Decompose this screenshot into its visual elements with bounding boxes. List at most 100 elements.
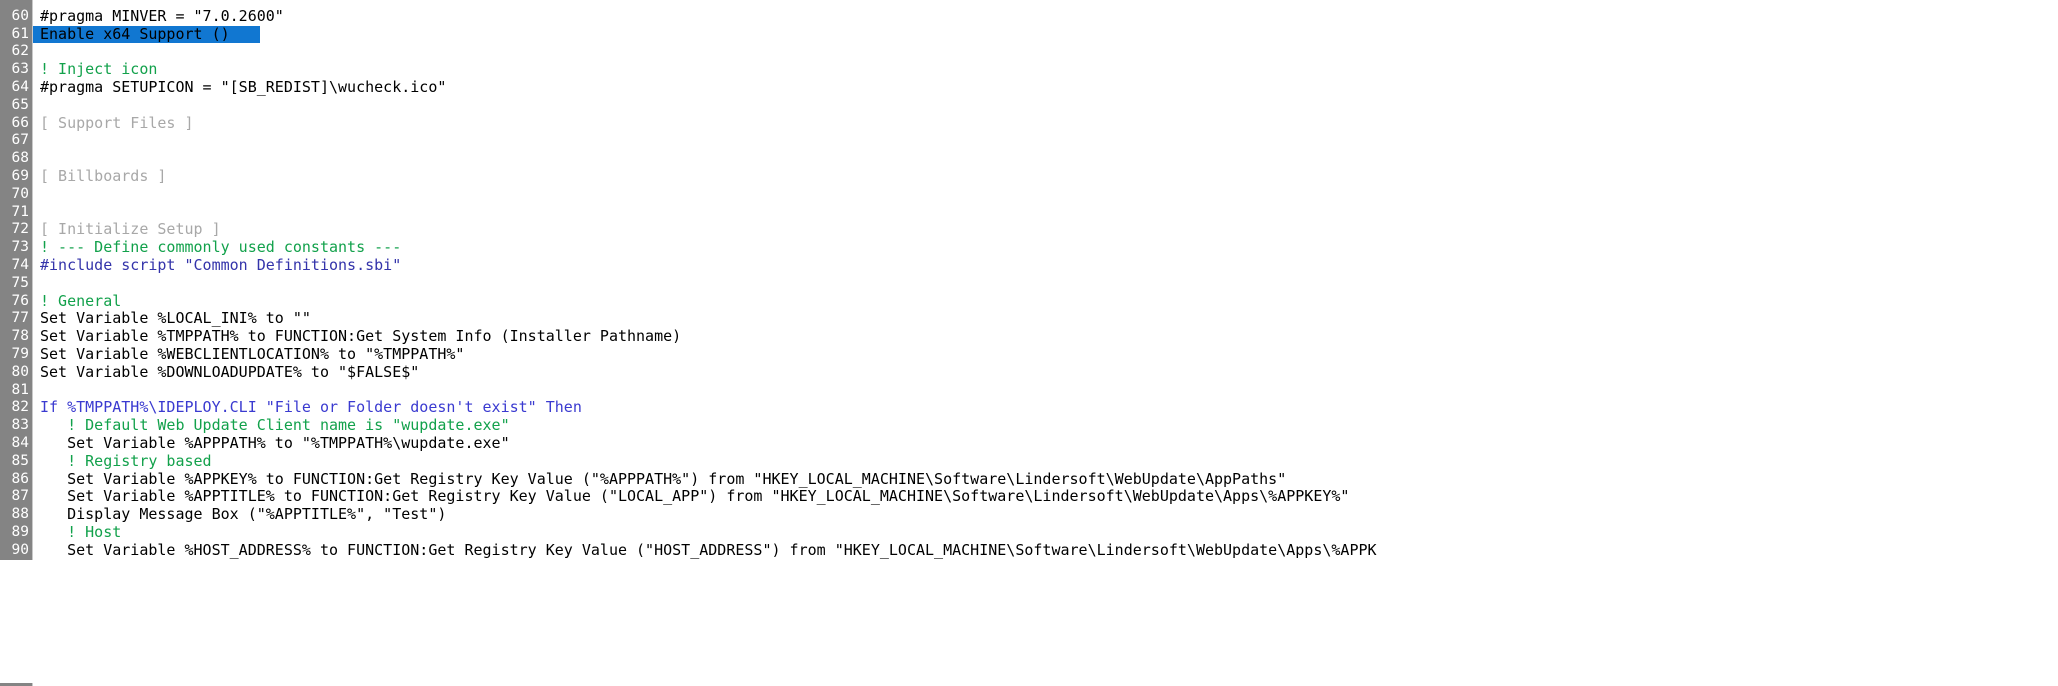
code-text[interactable]: #include script "Common Definitions.sbi" <box>40 256 402 275</box>
code-line[interactable]: 75 <box>0 274 2058 293</box>
code-line[interactable]: 87 Set Variable %APPTITLE% to FUNCTION:G… <box>0 487 2058 507</box>
code-text[interactable]: ! Inject icon <box>40 60 157 79</box>
line-number[interactable]: 88 <box>0 506 33 524</box>
line-number[interactable]: 64 <box>0 79 33 97</box>
code-text[interactable]: Set Variable %APPPATH% to "%TMPPATH%\wup… <box>40 434 510 453</box>
line-number[interactable]: 85 <box>0 452 33 471</box>
code-line[interactable]: 81 <box>0 381 2058 400</box>
line-number[interactable]: 83 <box>0 417 33 435</box>
code-text[interactable]: ! Host <box>40 523 122 542</box>
line-number[interactable]: 87 <box>0 488 33 507</box>
line-number[interactable]: 61 <box>0 25 33 44</box>
line-number[interactable]: 82 <box>0 399 33 418</box>
code-line[interactable]: 77 Set Variable %LOCAL_INI% to "" <box>0 309 2058 329</box>
code-line[interactable]: 66 [ Support Files ] <box>0 114 2058 133</box>
code-line-selected[interactable]: 61 Enable x64 Support () <box>0 25 2058 44</box>
line-number[interactable]: 62 <box>0 43 33 62</box>
code-line[interactable]: 71 <box>0 203 2058 222</box>
line-number[interactable]: 68 <box>0 150 33 168</box>
code-token-plain: #pragma SETUPICON = "[SB_REDIST]\wucheck… <box>40 78 447 96</box>
line-number[interactable]: 79 <box>0 346 33 364</box>
line-number[interactable]: 72 <box>0 221 33 240</box>
line-number[interactable]: 65 <box>0 96 33 115</box>
code-text[interactable]: Set Variable %HOST_ADDRESS% to FUNCTION:… <box>40 540 1377 560</box>
code-text[interactable]: [ Billboards ] <box>40 167 166 186</box>
code-line[interactable]: 82 If %TMPPATH%\IDEPLOY.CLI "File or Fold… <box>0 398 2058 418</box>
line-number[interactable]: 66 <box>0 114 33 133</box>
code-token-plain: Set Variable %APPKEY% to FUNCTION:Get Re… <box>40 469 1287 488</box>
code-line[interactable]: 74 #include script "Common Definitions.sb… <box>0 256 2058 275</box>
code-token-plain: Set Variable %WEBCLIENTLOCATION% to "%TM… <box>40 345 465 363</box>
code-line[interactable]: 86 Set Variable %APPKEY% to FUNCTION:Get… <box>0 469 2058 489</box>
code-line[interactable]: 88 Display Message Box ("%APPTITLE%", "T… <box>0 505 2058 524</box>
code-text[interactable]: [ Initialize Setup ] <box>40 220 221 239</box>
code-line[interactable]: 80 Set Variable %DOWNLOADUPDATE% to "$FAL… <box>0 362 2058 382</box>
code-text[interactable]: ! --- Define commonly used constants --- <box>40 238 402 257</box>
line-number[interactable]: 84 <box>0 435 33 453</box>
code-line[interactable]: 62 <box>0 43 2058 62</box>
code-text[interactable]: ! Registry based <box>40 451 212 471</box>
code-text[interactable]: Set Variable %APPTITLE% to FUNCTION:Get … <box>40 487 1349 506</box>
code-line[interactable]: 78 Set Variable %TMPPATH% to FUNCTION:Get… <box>0 327 2058 346</box>
line-number[interactable]: 63 <box>0 61 33 79</box>
code-text[interactable]: ! General <box>40 292 121 311</box>
line-number[interactable]: 75 <box>0 274 33 293</box>
line-number[interactable]: 71 <box>0 203 33 222</box>
line-number[interactable]: 60 <box>0 7 33 26</box>
line-number[interactable]: 74 <box>0 257 33 275</box>
code-token-comment: ! --- Define commonly used constants --- <box>40 238 402 257</box>
line-number[interactable]: 70 <box>0 185 33 204</box>
line-number[interactable]: 67 <box>0 132 33 151</box>
code-token-plain: Set Variable %TMPPATH% to FUNCTION:Get S… <box>40 327 682 346</box>
code-line[interactable]: 70 <box>0 185 2058 204</box>
code-text[interactable]: #pragma MINVER = "7.0.2600" <box>40 7 284 26</box>
code-token-section: [ Initialize Setup ] <box>40 220 221 239</box>
code-text[interactable]: Set Variable %LOCAL_INI% to "" <box>40 309 311 328</box>
code-line[interactable]: 90 Set Variable %HOST_ADDRESS% to FUNCTI… <box>0 540 2058 560</box>
code-text[interactable]: Set Variable %TMPPATH% to FUNCTION:Get S… <box>40 327 682 346</box>
code-line[interactable]: 69 [ Billboards ] <box>0 167 2058 186</box>
code-line[interactable]: 60 #pragma MINVER = "7.0.2600" <box>0 7 2058 26</box>
code-line[interactable]: 72 [ Initialize Setup ] <box>0 220 2058 240</box>
code-token-comment: ! Default Web Update Client name is "wup… <box>40 416 510 435</box>
code-line[interactable]: 63 ! Inject icon <box>0 60 2058 79</box>
code-text[interactable]: Set Variable %DOWNLOADUPDATE% to "$FALSE… <box>40 362 420 382</box>
code-line[interactable]: 89 ! Host <box>0 523 2058 542</box>
code-line[interactable]: 68 <box>0 150 2058 168</box>
code-text[interactable]: ! Default Web Update Client name is "wup… <box>40 416 510 435</box>
line-number[interactable]: 80 <box>0 363 33 382</box>
line-number[interactable]: 89 <box>0 524 33 542</box>
code-text[interactable]: #pragma SETUPICON = "[SB_REDIST]\wucheck… <box>40 78 447 97</box>
code-line[interactable]: 83 ! Default Web Update Client name is "… <box>0 416 2058 435</box>
code-token-plain: Set Variable %DOWNLOADUPDATE% to "$FALSE… <box>40 362 420 381</box>
code-text[interactable]: If %TMPPATH%\IDEPLOY.CLI "File or Folder… <box>40 398 582 417</box>
code-editor[interactable]: 5960#pragma MINVER = "7.0.2600"61Enable … <box>0 0 2058 686</box>
code-line[interactable]: 85 ! Registry based <box>0 451 2058 471</box>
code-line[interactable]: 67 <box>0 132 2058 151</box>
code-line[interactable]: 65 <box>0 96 2058 115</box>
line-number[interactable]: 86 <box>0 470 33 489</box>
line-number[interactable]: 78 <box>0 328 33 346</box>
line-number[interactable]: 81 <box>0 381 33 400</box>
line-number[interactable]: 76 <box>0 292 33 311</box>
code-text[interactable]: [ Support Files ] <box>40 114 194 133</box>
code-text[interactable]: Display Message Box ("%APPTITLE%", "Test… <box>40 505 447 524</box>
line-number[interactable]: 69 <box>0 168 33 186</box>
code-token-comment: ! Host <box>40 523 122 541</box>
code-line[interactable]: 64 #pragma SETUPICON = "[SB_REDIST]\wuche… <box>0 78 2058 97</box>
code-token-plain: Display Message Box ("%APPTITLE%", "Test… <box>40 505 447 524</box>
code-text[interactable]: Enable x64 Support () <box>40 25 232 44</box>
code-line[interactable]: 79 Set Variable %WEBCLIENTLOCATION% to "%… <box>0 345 2058 364</box>
code-token-comment: ! Registry based <box>40 451 212 470</box>
line-number[interactable]: 90 <box>0 541 33 560</box>
code-token-plain: Set Variable %HOST_ADDRESS% to FUNCTION:… <box>40 540 1377 559</box>
code-line[interactable]: 76 ! General <box>0 292 2058 311</box>
code-text[interactable]: Set Variable %WEBCLIENTLOCATION% to "%TM… <box>40 345 465 364</box>
code-token-plain: Set Variable %APPPATH% to "%TMPPATH%\wup… <box>40 434 510 452</box>
code-token-directive: #include script "Common Definitions.sbi" <box>40 256 402 274</box>
line-number[interactable]: 73 <box>0 239 33 257</box>
line-number[interactable]: 77 <box>0 310 33 329</box>
code-text[interactable]: Set Variable %APPKEY% to FUNCTION:Get Re… <box>40 469 1287 489</box>
code-line[interactable]: 84 Set Variable %APPPATH% to "%TMPPATH%\… <box>0 434 2058 453</box>
code-line[interactable]: 73 ! --- Define commonly used constants -… <box>0 238 2058 257</box>
